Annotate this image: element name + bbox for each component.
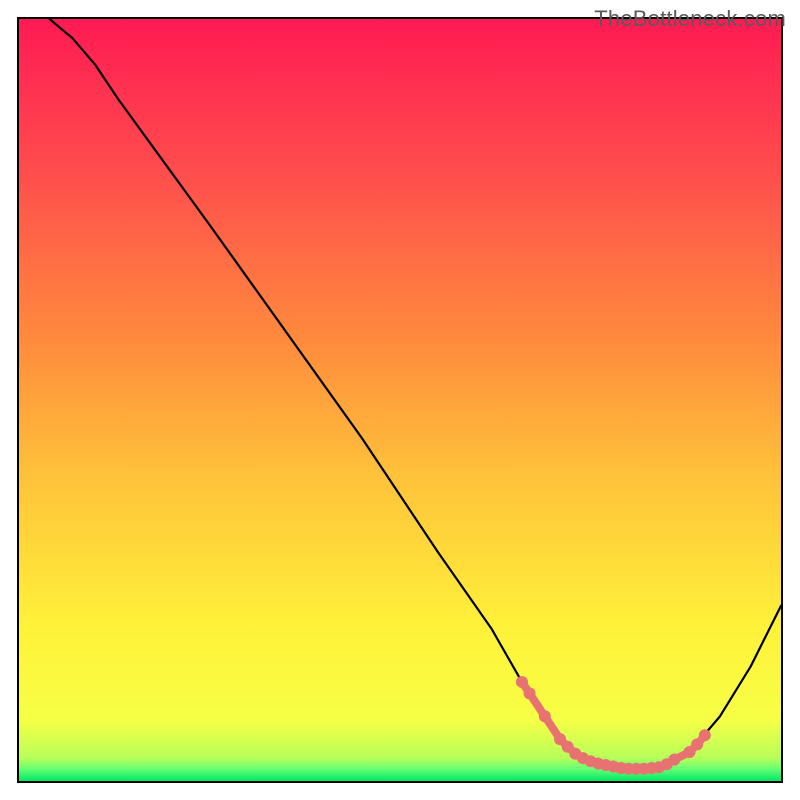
marker-dot xyxy=(516,676,528,688)
marker-dot xyxy=(691,738,703,750)
plot-svg xyxy=(19,19,781,781)
plot-frame xyxy=(17,17,783,783)
marker-dot xyxy=(699,729,711,741)
marker-dot xyxy=(524,687,536,699)
gradient-background xyxy=(19,19,781,781)
marker-dot xyxy=(539,710,551,722)
watermark-text: TheBottleneck.com xyxy=(594,6,786,32)
chart-stage: TheBottleneck.com xyxy=(0,0,800,800)
marker-dot xyxy=(668,754,680,766)
